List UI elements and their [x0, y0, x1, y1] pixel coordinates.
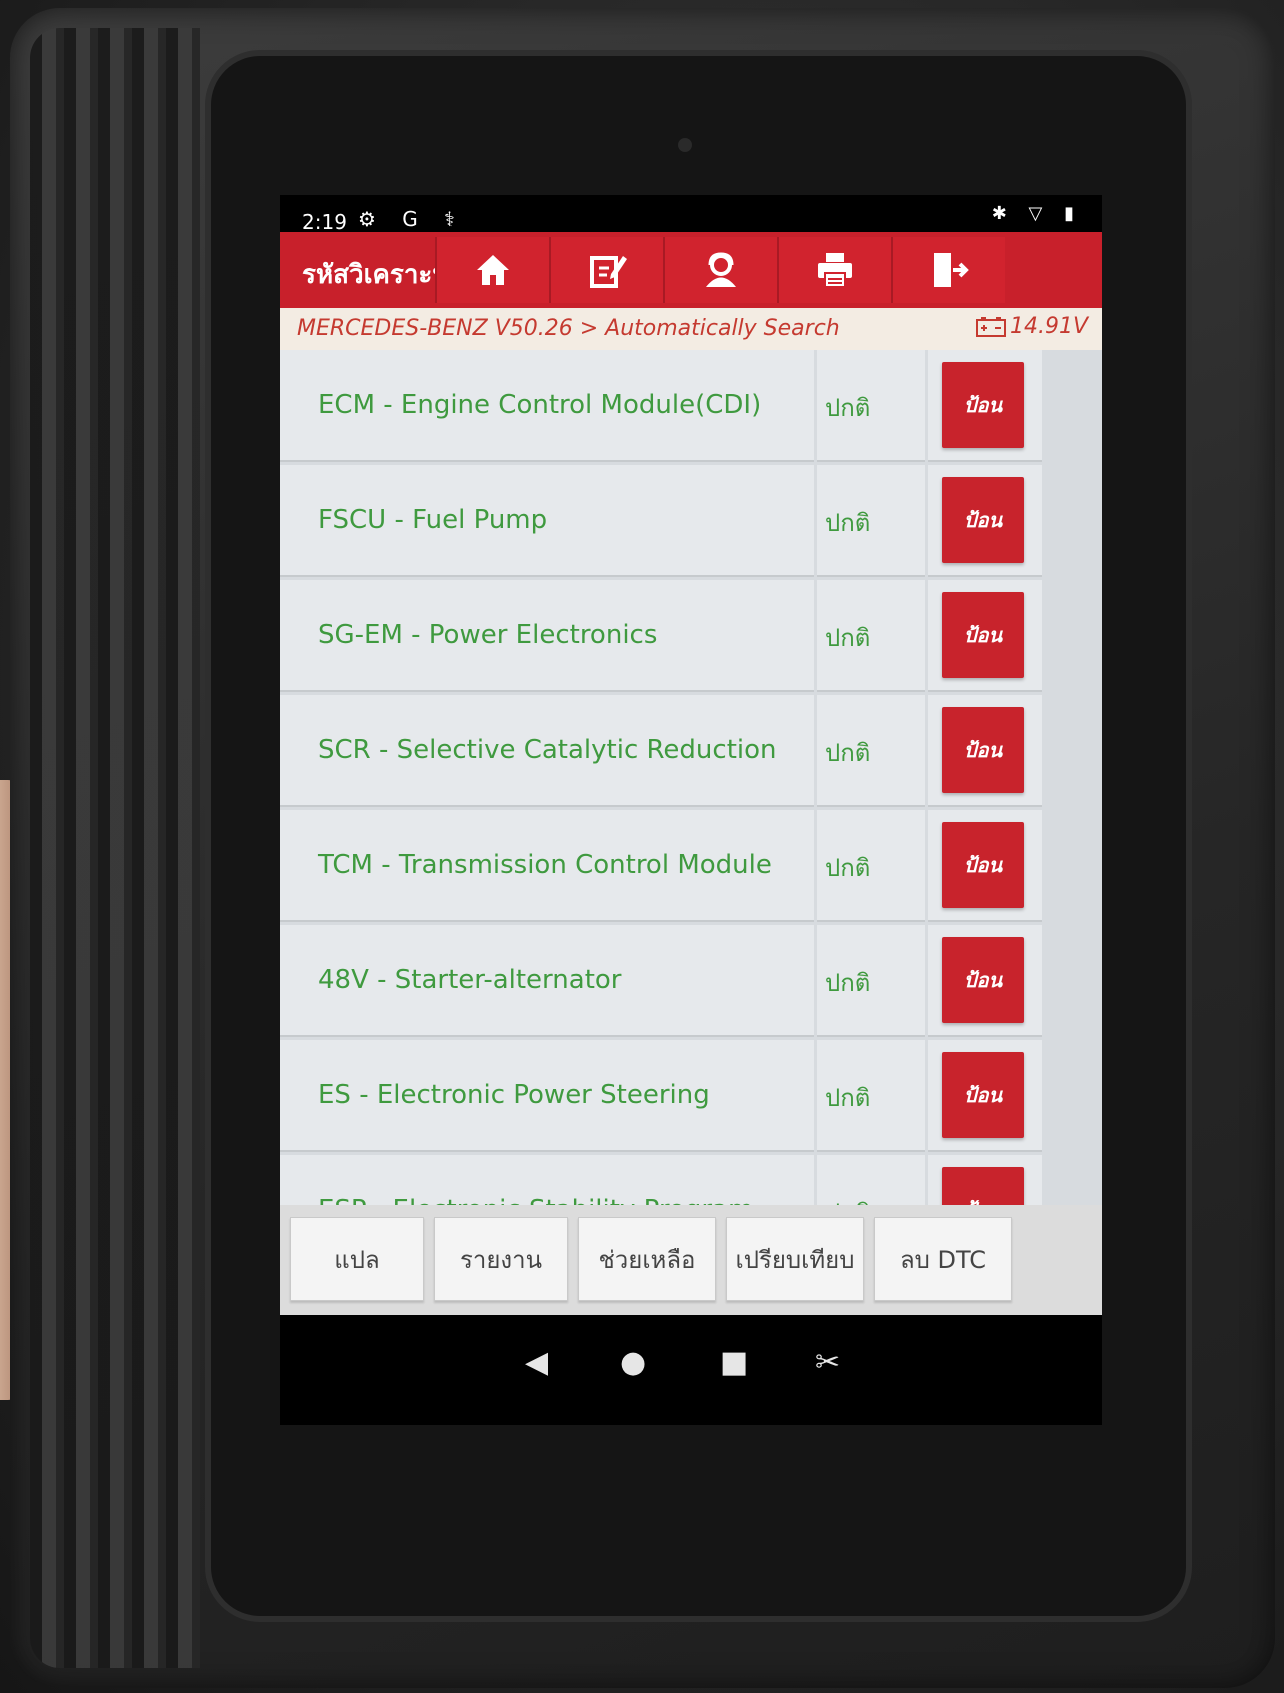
recents-icon[interactable]: ■ — [720, 1345, 748, 1380]
module-name: ES - Electronic Power Steering — [280, 1040, 814, 1152]
table-row: SG-EM - Power Electronics ปกติ ป้อน — [280, 580, 1102, 692]
support-icon — [706, 252, 736, 287]
photo-scene: 2:19 ⚙ G ⚕ ✱ ▽ ▮ รหัสวิเคราะห์ MERCEDES-… — [0, 0, 1284, 1693]
exit-icon — [934, 253, 969, 287]
enter-button[interactable]: ป้อน — [942, 937, 1024, 1023]
compare-button[interactable]: เปรียบเทียบ — [726, 1217, 864, 1301]
status-time: 2:19 — [302, 210, 347, 234]
home-nav-icon[interactable]: ● — [620, 1345, 646, 1380]
edit-icon — [590, 256, 627, 288]
module-name: SG-EM - Power Electronics — [280, 580, 814, 692]
module-status: ปกติ — [817, 695, 925, 807]
module-list: ECM - Engine Control Module(CDI) ปกติ ป้… — [280, 350, 1102, 1238]
module-name: FSCU - Fuel Pump — [280, 465, 814, 577]
battery-icon — [975, 316, 1006, 337]
table-row: ES - Electronic Power Steering ปกติ ป้อน — [280, 1040, 1102, 1152]
module-name: ECM - Engine Control Module(CDI) — [280, 350, 814, 462]
breadcrumb-path: MERCEDES-BENZ V50.26 > Automatically Sea… — [297, 316, 840, 341]
status-left-icons: ⚙ G ⚕ — [358, 207, 465, 231]
enter-button[interactable]: ป้อน — [942, 362, 1024, 448]
enter-button[interactable]: ป้อน — [942, 822, 1024, 908]
enter-button[interactable]: ป้อน — [942, 707, 1024, 793]
module-status: ปกติ — [817, 580, 925, 692]
status-bar: 2:19 ⚙ G ⚕ ✱ ▽ ▮ — [280, 195, 1102, 234]
camera-icon — [678, 138, 692, 152]
print-icon — [818, 253, 852, 288]
back-icon[interactable]: ◀ — [525, 1345, 548, 1380]
enter-button[interactable]: ป้อน — [942, 1052, 1024, 1138]
app-header: รหัสวิเคราะห์ — [280, 232, 1102, 308]
breadcrumb: MERCEDES-BENZ V50.26 > Automatically Sea… — [280, 308, 1102, 350]
page-title: รหัสวิเคราะห์ — [302, 260, 450, 290]
module-status: ปกติ — [817, 350, 925, 462]
function-bar: แปล รายงาน ช่วยเหลือ เปรียบเทียบ ลบ DTC — [280, 1205, 1102, 1315]
screenshot-icon[interactable]: ✂ — [815, 1345, 840, 1380]
screen: 2:19 ⚙ G ⚕ ✱ ▽ ▮ รหัสวิเคราะห์ MERCEDES-… — [280, 195, 1102, 1425]
home-icon — [477, 255, 509, 285]
table-row: TCM - Transmission Control Module ปกติ ป… — [280, 810, 1102, 922]
module-name: 48V - Starter-alternator — [280, 925, 814, 1037]
table-row: SCR - Selective Catalytic Reduction ปกติ… — [280, 695, 1102, 807]
table-row: ECM - Engine Control Module(CDI) ปกติ ป้… — [280, 350, 1102, 462]
module-status: ปกติ — [817, 925, 925, 1037]
table-row: FSCU - Fuel Pump ปกติ ป้อน — [280, 465, 1102, 577]
home-button[interactable] — [435, 237, 549, 303]
edit-button[interactable] — [549, 237, 663, 303]
print-button[interactable] — [777, 237, 891, 303]
device-grip-ribs — [30, 28, 200, 1668]
report-button[interactable]: รายงาน — [434, 1217, 568, 1301]
module-name: SCR - Selective Catalytic Reduction — [280, 695, 814, 807]
module-status: ปกติ — [817, 1040, 925, 1152]
translate-button[interactable]: แปล — [290, 1217, 424, 1301]
enter-button[interactable]: ป้อน — [942, 592, 1024, 678]
battery-voltage: 14.91V — [975, 314, 1088, 339]
status-right-icons: ✱ ▽ ▮ — [991, 203, 1082, 224]
navigation-bar: ◀ ● ■ ✂ — [280, 1315, 1102, 1425]
help-button[interactable]: ช่วยเหลือ — [578, 1217, 716, 1301]
module-status: ปกติ — [817, 465, 925, 577]
exit-button[interactable] — [891, 237, 1005, 303]
clear-dtc-button[interactable]: ลบ DTC — [874, 1217, 1012, 1301]
voltage-value: 14.91V — [1009, 314, 1088, 339]
module-name: TCM - Transmission Control Module — [280, 810, 814, 922]
enter-button[interactable]: ป้อน — [942, 477, 1024, 563]
support-button[interactable] — [663, 237, 777, 303]
table-row: 48V - Starter-alternator ปกติ ป้อน — [280, 925, 1102, 1037]
module-status: ปกติ — [817, 810, 925, 922]
